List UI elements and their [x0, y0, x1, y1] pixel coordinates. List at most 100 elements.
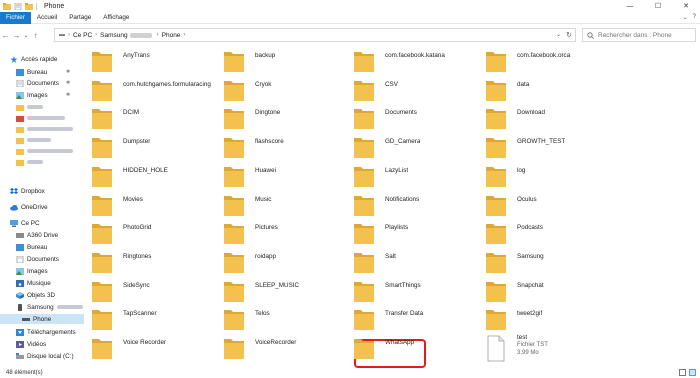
desktop-icon [16, 243, 24, 251]
sidebar-item-images[interactable]: Images [0, 266, 84, 276]
folder-icon [354, 52, 374, 72]
folder-tile[interactable]: Download [484, 103, 700, 133]
folder-name: Dumpster [123, 138, 151, 146]
folder-name: Dingtone [255, 109, 281, 117]
back-button[interactable]: ← [0, 28, 11, 42]
quick-access-separator [36, 2, 37, 10]
file-size: 3,99 Mo [517, 350, 539, 356]
folder-name: AnyTrans [123, 52, 150, 59]
sidebar-item-redacted[interactable] [0, 124, 84, 134]
folder-icon [92, 109, 112, 130]
folder-name: Salt [385, 252, 396, 260]
sidebar-item-videos[interactable]: Vidéos [0, 339, 84, 349]
sidebar-item-label: OneDrive [21, 203, 48, 211]
sidebar-item-onedrive[interactable]: OneDrive [0, 202, 84, 212]
folder-icon [224, 80, 244, 101]
sidebar-item-label: Bureau [27, 68, 48, 76]
folder-icon [486, 138, 506, 159]
sidebar-item-label: Dropbox [21, 187, 45, 195]
tab-fichier[interactable]: Fichier [0, 11, 31, 24]
folder-icon [354, 339, 374, 359]
forward-button[interactable]: → [11, 28, 22, 42]
sidebar-item-documents-pinned[interactable]: Documents ✱ [0, 78, 84, 88]
sidebar-item-musique[interactable]: Musique [0, 278, 84, 288]
folder-tile[interactable]: Podcasts [484, 218, 700, 248]
folder-icon [92, 80, 112, 101]
folder-tile[interactable]: GROWTH_TEST [484, 132, 700, 162]
minimize-button[interactable]: — [616, 0, 644, 12]
file-name: test [517, 334, 528, 341]
sidebar-item-redacted[interactable] [0, 102, 84, 112]
sidebar-item-quick-access[interactable]: Accès rapide [0, 54, 84, 64]
details-view-icon[interactable] [679, 369, 686, 376]
folder-icon [16, 159, 24, 166]
breadcrumb-separator-icon: › [95, 32, 98, 38]
folder-icon [354, 166, 374, 187]
properties-icon[interactable] [14, 2, 22, 10]
sidebar-item-samsung[interactable]: Samsung [0, 302, 84, 312]
folder-name: Cryok [255, 80, 272, 88]
breadcrumb-phone[interactable]: Phone [162, 32, 181, 39]
sidebar-item-dropbox[interactable]: Dropbox [0, 186, 84, 196]
sidebar-item-telechargements[interactable]: Téléchargements [0, 327, 84, 337]
folder-tile[interactable]: Oculus [484, 190, 700, 220]
sidebar-item-redacted[interactable] [0, 113, 84, 123]
folder-icon [92, 138, 112, 159]
search-input[interactable] [598, 31, 693, 39]
tiles-view-icon[interactable] [689, 369, 696, 376]
close-button[interactable]: ✕ [672, 0, 700, 12]
sidebar-item-disque-local[interactable]: Disque local (C:) [0, 351, 84, 361]
folder-icon [354, 252, 374, 273]
address-bar[interactable]: ▬ › Ce PC › Samsung › Phone › ⌄ ↻ [54, 28, 576, 42]
folder-icon [486, 252, 506, 273]
folder-icon [224, 252, 244, 273]
search-box[interactable] [582, 28, 696, 42]
folder-name: Oculus [517, 195, 537, 203]
folder-tile[interactable]: tweet2gif [484, 304, 700, 334]
breadcrumb-samsung[interactable]: Samsung [100, 32, 153, 39]
tab-accueil[interactable]: Accueil [31, 12, 63, 24]
folder-icon [92, 252, 112, 273]
sidebar-item-objets-3d[interactable]: Objets 3D [0, 290, 84, 300]
help-icon[interactable]: ? [693, 14, 696, 21]
folder-name: Huawei [255, 166, 276, 174]
sidebar-item-phone[interactable]: Phone [0, 314, 84, 324]
folder-tile[interactable]: Snapchat [484, 276, 700, 306]
address-dropdown-icon[interactable]: ⌄ [556, 31, 561, 38]
expand-ribbon-icon[interactable]: ⌄ [683, 14, 688, 21]
folder-icon [92, 166, 112, 187]
sidebar-item-redacted[interactable] [0, 157, 84, 167]
file-tile-test[interactable]: test Fichier TST 3,99 Mo [484, 333, 700, 363]
recent-locations-button[interactable]: ⌄ [22, 28, 30, 42]
folder-name: Ringtones [123, 252, 152, 260]
folder-tile[interactable]: Samsung [484, 247, 700, 277]
breadcrumb-ce-pc[interactable]: Ce PC [73, 32, 92, 39]
sidebar-item-documents[interactable]: Documents [0, 254, 84, 264]
up-button[interactable]: ↑ [30, 28, 41, 42]
folder-icon [224, 224, 244, 245]
new-folder-icon[interactable] [25, 2, 33, 10]
sidebar-item-images-pinned[interactable]: Images ✱ [0, 90, 84, 100]
folder-name: TapScanner [123, 310, 157, 318]
sidebar-item-label: Documents [27, 255, 59, 263]
folder-icon [224, 195, 244, 216]
pictures-icon [16, 91, 24, 99]
folder-tile[interactable]: log [484, 161, 700, 191]
folder-tile[interactable]: data [484, 75, 700, 105]
refresh-icon[interactable]: ↻ [566, 31, 572, 39]
video-icon [16, 340, 24, 348]
sidebar-item-redacted[interactable] [0, 135, 84, 145]
folder-tile[interactable]: com.facebook.orca [484, 46, 700, 76]
folder-icon [16, 137, 24, 144]
sidebar-item-this-pc[interactable]: Ce PC [0, 218, 84, 228]
sidebar-item-a360-drive[interactable]: A360 Drive [0, 230, 84, 240]
sidebar-item-redacted[interactable] [0, 146, 84, 156]
tab-affichage[interactable]: Affichage [97, 12, 135, 24]
tab-partage[interactable]: Partage [63, 12, 97, 24]
folder-name: Samsung [517, 252, 544, 260]
sidebar-item-bureau[interactable]: Bureau [0, 242, 84, 252]
sidebar-item-bureau-pinned[interactable]: Bureau ✱ [0, 67, 84, 77]
sidebar-item-label: Objets 3D [27, 291, 55, 299]
maximize-button[interactable]: ☐ [644, 0, 672, 12]
folder-icon [92, 52, 112, 72]
